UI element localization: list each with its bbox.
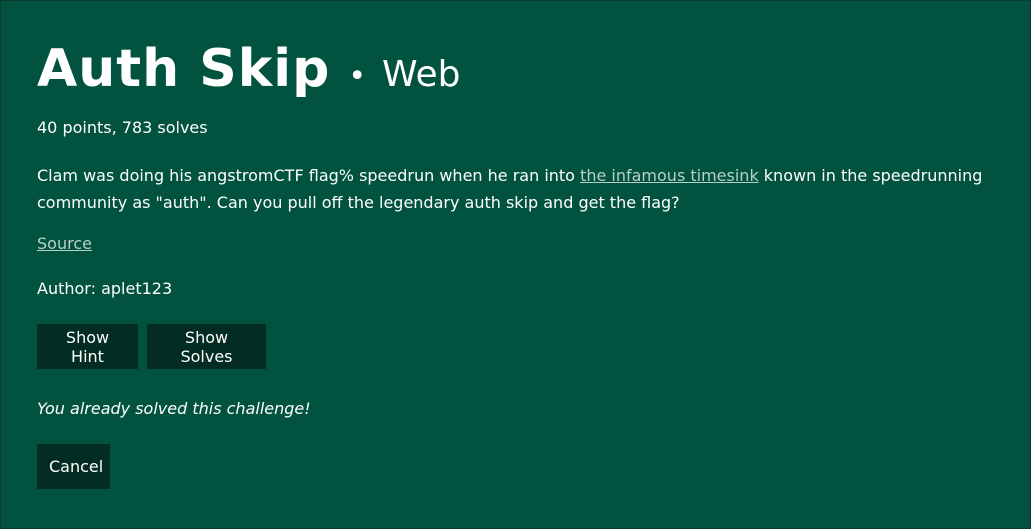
- challenge-description: Clam was doing his angstromCTF flag% spe…: [37, 162, 997, 216]
- source-row: Source: [37, 234, 92, 254]
- solved-message: You already solved this challenge!: [37, 399, 311, 418]
- timesink-link[interactable]: the infamous timesink: [580, 166, 759, 185]
- source-link[interactable]: Source: [37, 234, 92, 253]
- show-hint-button[interactable]: Show Hint: [37, 324, 138, 369]
- challenge-modal: Auth Skip • Web 40 points, 783 solves Cl…: [0, 0, 1031, 529]
- challenge-category: Web: [382, 54, 461, 95]
- title-row: Auth Skip • Web: [37, 37, 461, 101]
- cancel-button[interactable]: Cancel: [37, 444, 110, 489]
- challenge-author: Author: aplet123: [37, 279, 173, 298]
- description-text-before: Clam was doing his angstromCTF flag% spe…: [37, 166, 581, 185]
- title-separator: •: [348, 59, 367, 94]
- challenge-title: Auth Skip: [37, 39, 331, 99]
- show-solves-button[interactable]: Show Solves: [147, 324, 266, 369]
- challenge-points-solves: 40 points, 783 solves: [37, 118, 208, 137]
